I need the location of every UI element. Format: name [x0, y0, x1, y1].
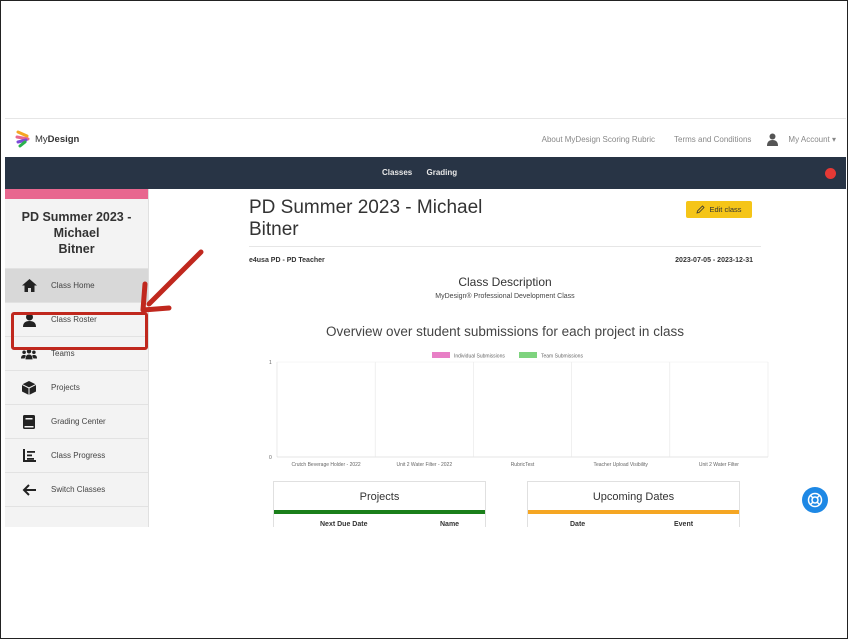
- submissions-chart: Individual Submissions Team Submissions 1 0…: [269, 352, 769, 468]
- help-lifebuoy-button[interactable]: [802, 487, 828, 513]
- col-next-due-date: Next Due Date: [320, 521, 368, 528]
- upcoming-dates-card: Upcoming Dates Date Event: [527, 481, 740, 528]
- main-navbar: Classes Grading: [5, 157, 846, 189]
- nav-classes[interactable]: Classes: [382, 168, 412, 177]
- x-tick-label: Crutch Beverage Holder - 2022: [291, 462, 360, 468]
- sidebar-class-title-line1: PD Summer 2023 - Michael: [21, 210, 132, 240]
- x-tick-label: Unit 2 Water Filter: [699, 462, 739, 468]
- sidebar-item-label: Class Home: [51, 281, 95, 290]
- top-navbar: MyDesign About MyDesign Scoring Rubric T…: [5, 118, 846, 157]
- sidebar-item-label: Teams: [51, 349, 75, 358]
- notification-alert-icon[interactable]: [825, 168, 836, 179]
- sidebar-item-label: Class Progress: [51, 451, 106, 460]
- main-content: PD Summer 2023 - Michael Bitner Edit cla…: [249, 197, 761, 339]
- class-color-bar: [5, 189, 148, 199]
- col-name: Name: [440, 521, 460, 528]
- x-tick-label: Teacher Upload Visibility: [594, 462, 649, 468]
- class-description-title: Class Description: [458, 275, 552, 289]
- sidebar-class-title: PD Summer 2023 - Michael Bitner: [5, 209, 148, 268]
- sidebar-item-label: Projects: [51, 383, 80, 392]
- account-avatar-icon[interactable]: [767, 133, 779, 146]
- edit-class-button[interactable]: Edit class: [686, 201, 752, 218]
- mydesign-logo[interactable]: MyDesign: [15, 130, 79, 148]
- sidebar-item-label: Switch Classes: [51, 485, 106, 494]
- col-event: Event: [674, 521, 694, 528]
- legend-label: Individual Submissions: [454, 354, 505, 360]
- logo-mark-icon: [15, 130, 30, 148]
- divider: [249, 246, 761, 247]
- legend-swatch: [432, 352, 450, 358]
- sidebar-class-title-line2: Bitner: [58, 242, 95, 256]
- list-icon: [21, 448, 37, 464]
- pencil-icon: [696, 205, 706, 214]
- sidebar-item-grading-center[interactable]: Grading Center: [5, 404, 148, 438]
- sidebar-item-projects[interactable]: Projects: [5, 370, 148, 404]
- edit-class-label: Edit class: [709, 205, 742, 214]
- book-icon: [21, 414, 37, 430]
- home-icon: [21, 278, 37, 294]
- legend-swatch: [519, 352, 537, 358]
- page-title-line1: PD Summer 2023 - Michael: [249, 197, 483, 218]
- sidebar: PD Summer 2023 - Michael Bitner Class Ho…: [5, 189, 149, 527]
- sidebar-item-class-progress[interactable]: Class Progress: [5, 438, 148, 472]
- upcoming-dates-card-title: Upcoming Dates: [592, 491, 675, 503]
- page-title: PD Summer 2023 - Michael Bitner: [249, 197, 509, 241]
- my-account-menu[interactable]: My Account ▾: [788, 135, 836, 144]
- legend-label: Team Submissions: [541, 354, 583, 360]
- class-school: e4usa PD - PD Teacher: [249, 257, 325, 264]
- sidebar-item-label: Grading Center: [51, 417, 106, 426]
- projects-card-title: Projects: [359, 491, 400, 503]
- nav-link-terms[interactable]: Terms and Conditions: [674, 135, 751, 144]
- x-tick-label: Unit 2 Water Filter - 2022: [396, 462, 452, 468]
- annotation-arrow-icon: [140, 249, 204, 313]
- logo-text: MyDesign: [35, 133, 80, 145]
- y-tick-label: 1: [269, 360, 272, 366]
- projects-card-band: [274, 510, 485, 514]
- upcoming-dates-card-band: [528, 510, 739, 514]
- sidebar-item-class-home[interactable]: Class Home: [5, 268, 148, 302]
- top-nav-links: About MyDesign Scoring Rubric Terms and …: [523, 133, 836, 146]
- col-date: Date: [570, 521, 586, 528]
- box-icon: [21, 380, 37, 396]
- arrow-left-icon: [21, 482, 37, 498]
- page-title-line2: Bitner: [249, 219, 299, 240]
- class-description-text: MyDesign® Professional Development Class: [435, 293, 575, 300]
- sidebar-item-switch-classes[interactable]: Switch Classes: [5, 472, 148, 507]
- nav-grading[interactable]: Grading: [426, 168, 457, 177]
- overview-title: Overview over student submissions for ea…: [326, 324, 684, 339]
- nav-link-scoring-rubric[interactable]: About MyDesign Scoring Rubric: [542, 135, 655, 144]
- x-tick-label: RubricTest: [511, 462, 535, 468]
- teams-highlight-box: [11, 312, 148, 350]
- y-tick-label: 0: [269, 455, 272, 461]
- lifebuoy-icon: [807, 492, 823, 508]
- projects-card: Projects Next Due Date Name: [273, 481, 486, 528]
- class-dates: 2023-07-05 - 2023-12-31: [675, 257, 753, 264]
